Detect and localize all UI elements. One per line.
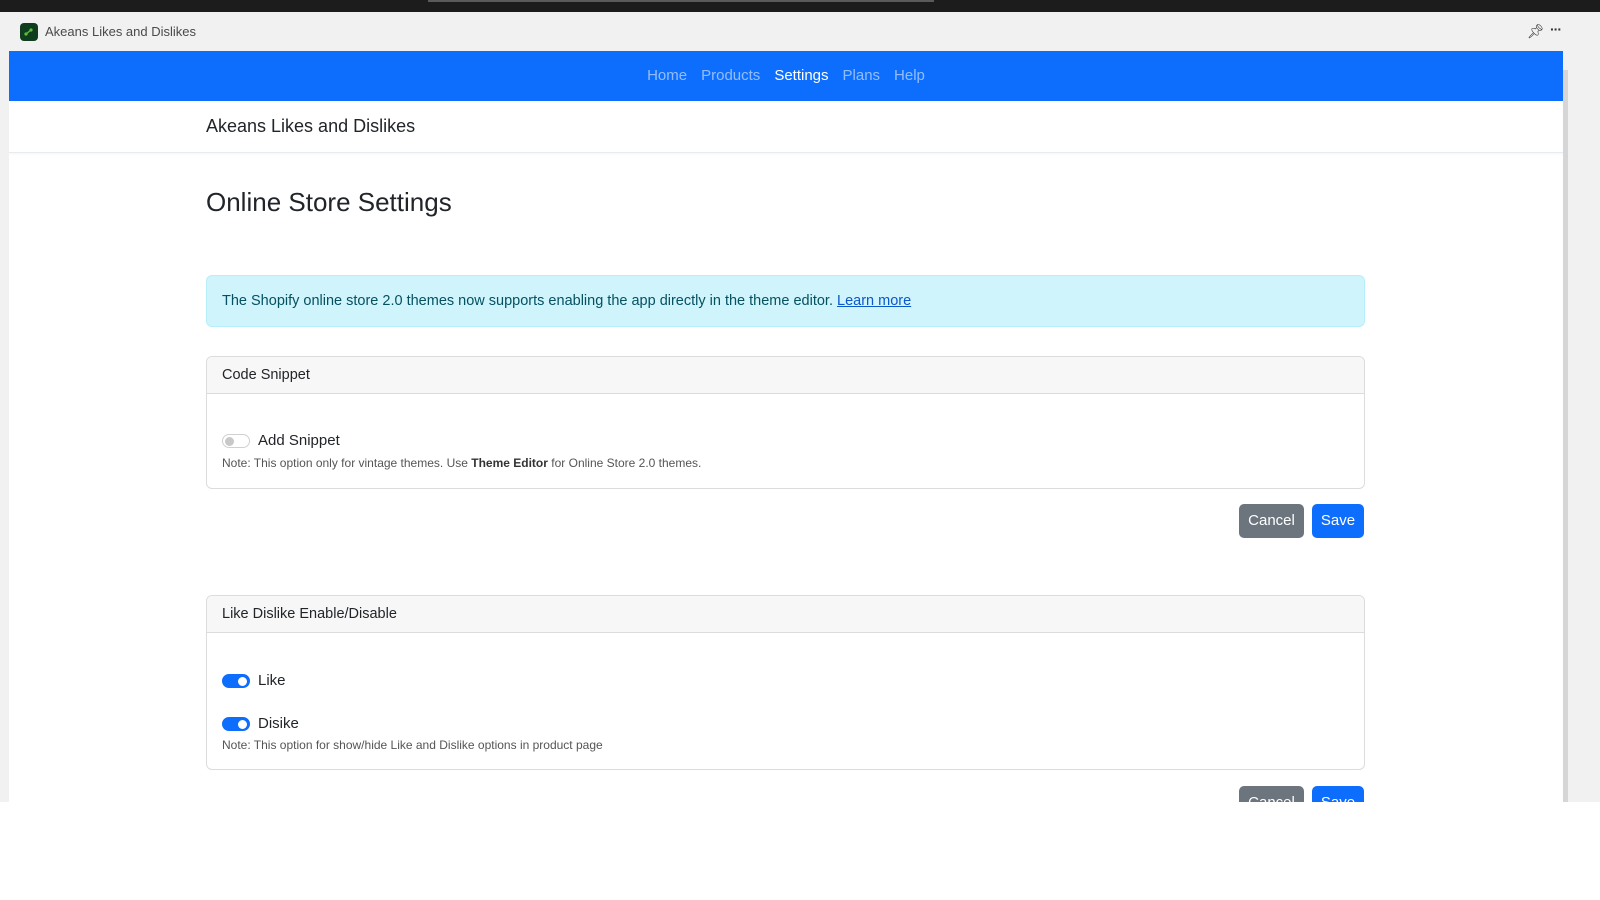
app-name: Akeans Likes and Dislikes — [45, 24, 197, 39]
cancel-button[interactable]: Cancel — [1239, 504, 1304, 538]
subheader-title: Akeans Likes and Dislikes — [206, 116, 416, 136]
like-label[interactable]: Like — [258, 672, 286, 689]
nav-settings[interactable]: Settings — [767, 66, 835, 86]
dislike-label[interactable]: Disike — [258, 715, 299, 732]
subheader: Akeans Likes and Dislikes — [9, 101, 1563, 153]
note-text: Note: This option only for vintage theme… — [222, 456, 468, 470]
os-title-bar — [0, 0, 1600, 12]
cancel-button[interactable]: Cancel — [1239, 786, 1304, 802]
app-viewport: Home Products Settings Plans Help Akeans… — [9, 51, 1563, 802]
learn-more-link[interactable]: Learn more — [837, 293, 911, 309]
like-toggle[interactable] — [222, 673, 250, 688]
alert-text: The Shopify online store 2.0 themes now … — [222, 293, 833, 309]
scrollbar[interactable] — [1563, 70, 1568, 802]
toggle-knob — [225, 436, 234, 446]
add-snippet-toggle[interactable] — [222, 433, 250, 448]
pin-icon[interactable]: 📌︎ — [1527, 22, 1545, 40]
code-snippet-card: Code Snippet Add Snippet Note: This opti… — [206, 356, 1365, 489]
nav-plans[interactable]: Plans — [836, 66, 888, 86]
nav-help[interactable]: Help — [887, 66, 932, 86]
nav-home[interactable]: Home — [640, 66, 694, 86]
save-button[interactable]: Save — [1312, 786, 1364, 802]
toggle-knob — [238, 719, 247, 729]
card-header: Code Snippet — [207, 357, 1364, 394]
toggle-knob — [238, 676, 247, 686]
app-header: Akeans Likes and Dislikes 📌︎ ··· — [9, 12, 1600, 51]
like-dislike-card: Like Dislike Enable/Disable Like Disike … — [206, 595, 1365, 770]
app-logo-icon — [20, 23, 38, 41]
card-header: Like Dislike Enable/Disable — [207, 596, 1364, 633]
code-snippet-note: Note: This option only for vintage theme… — [222, 456, 701, 470]
top-navbar: Home Products Settings Plans Help — [9, 51, 1563, 101]
add-snippet-row: Add Snippet — [222, 432, 340, 449]
browser-tab-edge — [428, 0, 934, 2]
add-snippet-label[interactable]: Add Snippet — [258, 432, 340, 449]
note-bold-text: Theme Editor — [471, 456, 548, 470]
note-text: for Online Store 2.0 themes. — [551, 456, 702, 470]
info-alert: The Shopify online store 2.0 themes now … — [206, 275, 1365, 327]
dislike-row: Disike — [222, 715, 299, 732]
dislike-toggle[interactable] — [222, 716, 250, 731]
like-dislike-note: Note: This option for show/hide Like and… — [222, 738, 603, 752]
more-options-icon[interactable]: ··· — [1550, 20, 1568, 38]
like-row: Like — [222, 672, 286, 689]
nav-products[interactable]: Products — [694, 66, 767, 86]
page-title: Online Store Settings — [206, 187, 452, 217]
save-button[interactable]: Save — [1312, 504, 1364, 538]
